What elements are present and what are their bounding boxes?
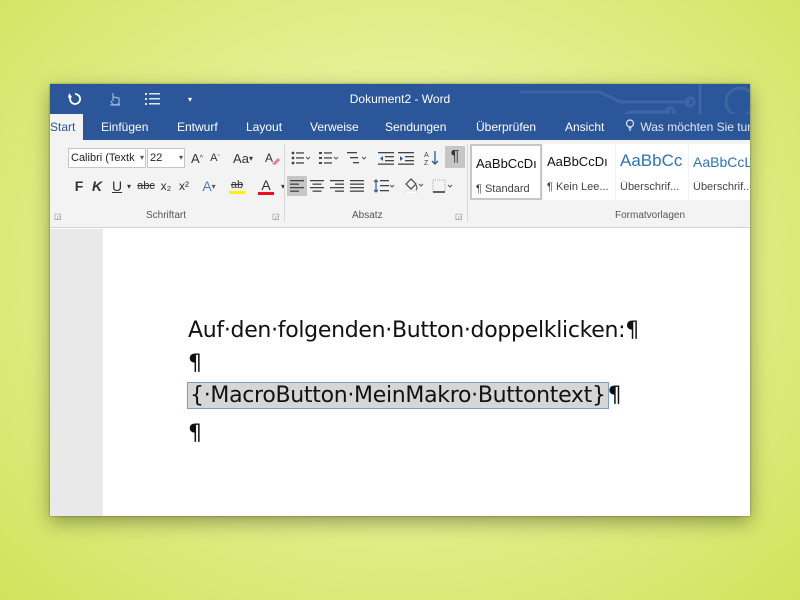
style-sample: AaBbCcDı bbox=[547, 154, 608, 169]
borders-icon[interactable] bbox=[430, 176, 456, 196]
clear-formatting-eraser-icon[interactable]: A bbox=[262, 148, 282, 168]
font-family-dropdown[interactable]: Calibri (Textk ▾ bbox=[68, 148, 146, 168]
group-label-paragraph: Absatz bbox=[352, 210, 383, 221]
font-color-chevron-down-icon[interactable]: ▾ bbox=[279, 176, 287, 196]
decrease-indent-icon[interactable] bbox=[376, 148, 396, 168]
svg-text:A: A bbox=[424, 152, 429, 159]
style-name: Überschrif... bbox=[620, 181, 680, 193]
superscript-button[interactable]: x² bbox=[176, 176, 192, 196]
document-page[interactable]: Auf·den·folgenden·Button·doppelklicken:¶… bbox=[103, 229, 750, 516]
shading-icon[interactable] bbox=[401, 176, 427, 196]
italic-button[interactable]: K bbox=[90, 176, 104, 196]
tell-me-text: Was möchten Sie tun bbox=[640, 120, 750, 134]
font-color-label: A bbox=[261, 176, 271, 193]
style-kein-leerraum[interactable]: AaBbCcDı ¶ Kein Lee... bbox=[543, 144, 615, 200]
grow-font-label: A bbox=[191, 150, 200, 166]
style-name: ¶ Standard bbox=[476, 183, 530, 195]
shrink-font-button[interactable]: Aˇ bbox=[207, 148, 223, 168]
tell-me-box[interactable]: Was möchten Sie tun bbox=[625, 114, 750, 140]
change-case-button[interactable]: Aa ▾ bbox=[230, 148, 256, 168]
field-brace-open: { bbox=[190, 383, 204, 408]
shrink-font-label: A bbox=[210, 152, 218, 164]
font-size-value: 22 bbox=[150, 152, 163, 164]
ribbon-tabs: Start Einfügen Entwurf Layout Verweise S… bbox=[50, 114, 750, 140]
macrobutton-field[interactable]: {·MacroButton·MeinMakro·Buttontext} bbox=[187, 382, 609, 409]
pilcrow-icon: ¶ bbox=[450, 148, 460, 165]
align-right-icon[interactable] bbox=[327, 176, 347, 196]
svg-text:A: A bbox=[265, 151, 273, 165]
tab-ueberpruefen[interactable]: Überprüfen bbox=[468, 114, 544, 140]
show-formatting-marks-button[interactable]: ¶ bbox=[445, 146, 465, 168]
style-ueberschrift-2[interactable]: AaBbCcL Überschrif... bbox=[689, 144, 750, 200]
increase-indent-icon[interactable] bbox=[396, 148, 416, 168]
word-window: ▾ Dokument2 - Word Start Einfügen Entwur… bbox=[50, 84, 750, 516]
align-left-icon[interactable] bbox=[287, 176, 307, 196]
group-label-styles: Formatvorlagen bbox=[615, 210, 686, 221]
paragraph-2[interactable]: ¶ bbox=[188, 351, 202, 376]
chevron-down-icon: ▾ bbox=[211, 181, 216, 191]
bold-button[interactable]: F bbox=[72, 176, 86, 196]
font-family-value: Calibri (Textk bbox=[71, 152, 135, 164]
tab-start[interactable]: Start bbox=[50, 114, 84, 140]
change-case-label: Aa bbox=[233, 150, 249, 166]
style-sample: AaBbCcL bbox=[693, 154, 750, 170]
field-code: ·MacroButton·MeinMakro·Buttontext bbox=[203, 383, 593, 408]
align-center-icon[interactable] bbox=[307, 176, 327, 196]
tab-ansicht[interactable]: Ansicht bbox=[557, 114, 612, 140]
underline-chevron-down-icon[interactable]: ▾ bbox=[125, 176, 133, 196]
bullets-icon[interactable] bbox=[288, 148, 314, 168]
tab-layout[interactable]: Layout bbox=[238, 114, 290, 140]
group-label-font: Schriftart bbox=[146, 210, 187, 221]
multilevel-list-icon[interactable] bbox=[344, 148, 370, 168]
field-brace-close: } bbox=[591, 383, 606, 408]
justify-icon[interactable] bbox=[347, 176, 367, 196]
style-name: Überschrif... bbox=[693, 181, 750, 193]
tab-einfuegen[interactable]: Einfügen bbox=[93, 114, 156, 140]
font-size-dropdown[interactable]: 22 ▾ bbox=[147, 148, 185, 168]
paragraph-mark: ¶ bbox=[607, 383, 622, 408]
chevron-down-icon: ▾ bbox=[139, 153, 144, 162]
font-dialog-launcher-icon[interactable]: ◲ bbox=[272, 212, 280, 221]
style-ueberschrift-1[interactable]: AaBbCc Überschrif... bbox=[616, 144, 688, 200]
highlight-button[interactable]: ab bbox=[224, 176, 250, 196]
paragraph-3[interactable]: {·MacroButton·MeinMakro·Buttontext}¶ bbox=[187, 382, 622, 409]
chevron-down-icon: ▾ bbox=[178, 153, 183, 162]
sort-icon[interactable]: AZ bbox=[422, 148, 442, 168]
font-color-bar bbox=[258, 191, 274, 195]
dialog-launcher-icon[interactable]: ◲ bbox=[54, 212, 62, 221]
line-spacing-icon[interactable] bbox=[371, 176, 397, 196]
lightbulb-icon bbox=[625, 114, 637, 140]
style-sample: AaBbCc bbox=[620, 151, 683, 170]
underline-button[interactable]: U bbox=[110, 176, 124, 196]
paragraph-4[interactable]: ¶ bbox=[188, 421, 202, 446]
svg-text:Z: Z bbox=[424, 160, 429, 166]
font-color-button[interactable]: A bbox=[253, 176, 279, 196]
grow-font-button[interactable]: A ^ bbox=[189, 148, 205, 168]
highlight-label: ab bbox=[230, 178, 244, 191]
strikethrough-button[interactable]: abc bbox=[135, 176, 157, 196]
chevron-down-icon: ▾ bbox=[248, 153, 253, 163]
style-sample: AaBbCcDı bbox=[476, 156, 537, 171]
style-name: ¶ Kein Lee... bbox=[547, 181, 609, 193]
highlight-color-bar bbox=[229, 190, 245, 194]
ribbon: Calibri (Textk ▾ 22 ▾ A ^ Aˇ Aa ▾ A F K U ▾ … bbox=[50, 140, 750, 228]
paragraph-1[interactable]: Auf·den·folgenden·Button·doppelklicken:¶ bbox=[188, 318, 639, 343]
style-standard[interactable]: AaBbCcDı ¶ Standard bbox=[470, 144, 542, 200]
text-effects-button[interactable]: A ▾ bbox=[198, 176, 220, 196]
tab-entwurf[interactable]: Entwurf bbox=[169, 114, 226, 140]
text-effects-label: A bbox=[202, 178, 212, 194]
numbering-icon[interactable] bbox=[316, 148, 342, 168]
tab-sendungen[interactable]: Sendungen bbox=[377, 114, 454, 140]
group-separator bbox=[284, 144, 285, 222]
tab-verweise[interactable]: Verweise bbox=[302, 114, 367, 140]
left-gutter bbox=[50, 229, 103, 516]
group-separator bbox=[467, 144, 468, 222]
subscript-button[interactable]: x₂ bbox=[158, 176, 174, 196]
document-area: Auf·den·folgenden·Button·doppelklicken:¶… bbox=[50, 229, 750, 516]
paragraph-dialog-launcher-icon[interactable]: ◲ bbox=[455, 212, 463, 221]
